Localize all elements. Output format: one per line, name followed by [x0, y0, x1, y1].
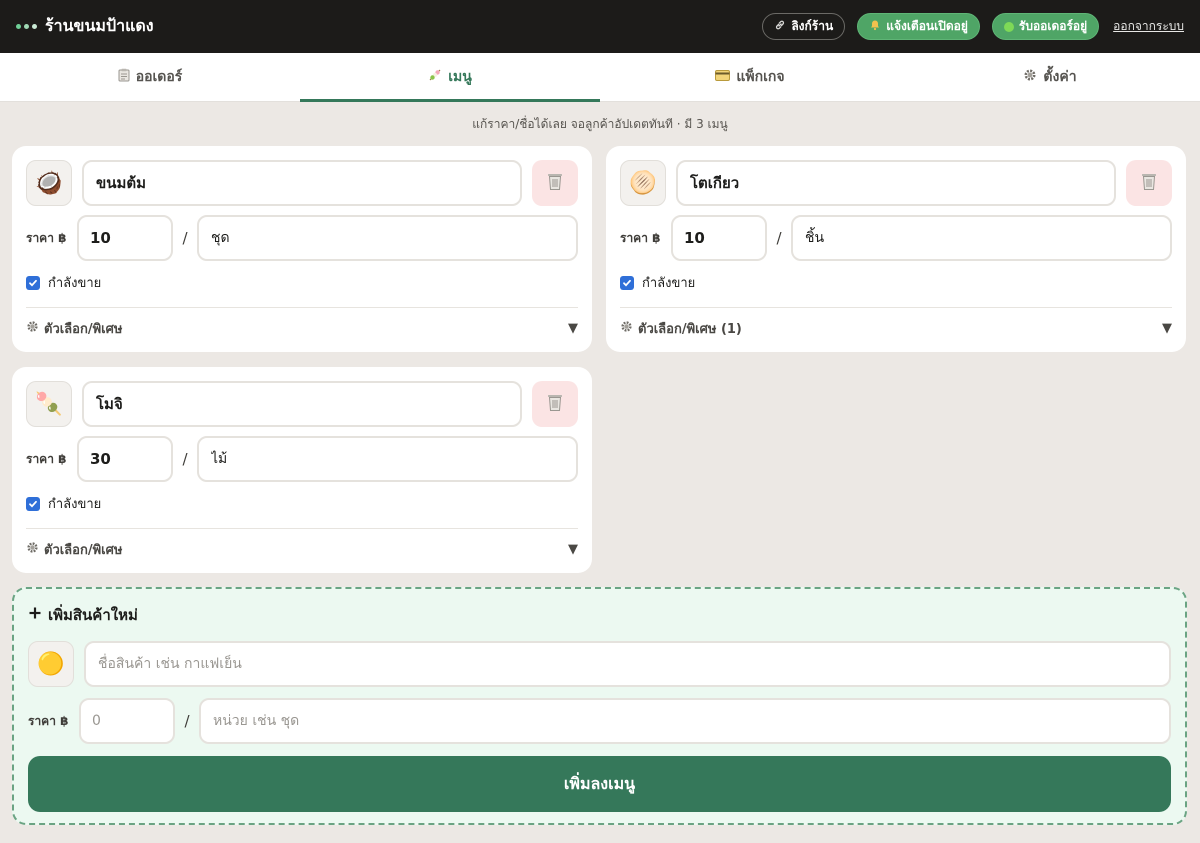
new-item-name-input[interactable] [84, 641, 1171, 687]
emoji-picker-button[interactable]: 🫓 [620, 160, 666, 206]
emoji-picker-button[interactable]: 🟡 [28, 641, 74, 687]
chevron-down-icon: ▼ [1162, 320, 1172, 336]
delete-item-button[interactable] [532, 160, 578, 206]
delete-item-button[interactable] [1126, 160, 1172, 206]
selling-checkbox[interactable] [26, 496, 40, 511]
item-name-input[interactable] [676, 160, 1116, 206]
unit-input[interactable] [197, 215, 578, 261]
new-item-price-input[interactable] [79, 698, 175, 744]
options-toggle[interactable]: ตัวเลือก/พิเศษ ▼ [26, 308, 578, 348]
price-label: ราคา ฿ [26, 451, 67, 466]
notify-toggle[interactable]: แจ้งเตือนเปิดอยู่ [857, 13, 980, 40]
item-name-input[interactable] [82, 381, 522, 427]
menu-item-card: 🍡 ราคา ฿ / กำลังขาย ตัวเลือก/พิเศษ ▼ [12, 367, 592, 573]
options-toggle[interactable]: ตัวเลือก/พิเศษ ▼ [26, 529, 578, 569]
emoji-picker-button[interactable]: 🥥 [26, 160, 72, 206]
options-toggle[interactable]: ตัวเลือก/พิเศษ (1) ▼ [620, 308, 1172, 348]
unit-input[interactable] [791, 215, 1172, 261]
tab-bar: ออเดอร์ เมนู แพ็กเกจ ตั้งค่า [0, 53, 1200, 102]
slash-separator: / [182, 450, 188, 468]
tab-menu[interactable]: เมนู [300, 53, 600, 102]
tab-orders-label: ออเดอร์ [135, 69, 183, 85]
trash-icon [1140, 171, 1158, 195]
selling-checkbox[interactable] [26, 275, 40, 290]
shop-link-label: ลิงก์ร้าน [791, 19, 834, 33]
logout-link[interactable]: ออกจากระบบ [1113, 17, 1184, 36]
accepting-label: รับออเดอร์อยู่ [1018, 19, 1088, 33]
tab-menu-label: เมนู [448, 69, 472, 85]
yellow-circle-icon: 🟡 [37, 651, 65, 677]
shop-link-button[interactable]: ลิงก์ร้าน [762, 13, 846, 40]
options-label: ตัวเลือก/พิเศษ (1) [638, 321, 742, 337]
menu-item-card: 🥥 ราคา ฿ / กำลังขาย ตัวเลือก/พิเศษ ▼ [12, 146, 592, 352]
gear-icon [26, 320, 39, 337]
card-icon [715, 69, 731, 85]
trash-icon [546, 392, 564, 416]
selling-checkbox[interactable] [620, 275, 634, 290]
bell-icon [869, 19, 881, 34]
price-input[interactable] [77, 436, 173, 482]
accepting-orders-toggle[interactable]: รับออเดอร์อยู่ [991, 13, 1100, 40]
chevron-down-icon: ▼ [568, 320, 578, 336]
selling-label: กำลังขาย [48, 497, 102, 512]
options-label: ตัวเลือก/พิเศษ [44, 542, 123, 558]
add-item-heading: เพิ่มสินค้าใหม่ [28, 603, 1171, 627]
gear-icon [620, 320, 633, 337]
tab-package[interactable]: แพ็กเกจ [600, 53, 900, 101]
delete-item-button[interactable] [532, 381, 578, 427]
link-icon [774, 19, 786, 34]
shop-title: ร้านขนมป้าแดง [45, 16, 154, 35]
tab-package-label: แพ็กเกจ [736, 69, 785, 85]
plus-icon [28, 606, 42, 624]
add-item-title: เพิ่มสินค้าใหม่ [48, 606, 138, 624]
gear-icon [1023, 68, 1037, 86]
flatbread-icon: 🫓 [629, 170, 657, 196]
options-label: ตัวเลือก/พิเศษ [44, 321, 123, 337]
price-input[interactable] [77, 215, 173, 261]
unit-input[interactable] [197, 436, 578, 482]
price-input[interactable] [671, 215, 767, 261]
gear-icon [26, 541, 39, 558]
price-label: ราคา ฿ [620, 230, 661, 245]
emoji-picker-button[interactable]: 🍡 [26, 381, 72, 427]
tab-settings-label: ตั้งค่า [1043, 69, 1077, 85]
dango-icon [428, 68, 442, 86]
price-label: ราคา ฿ [26, 230, 67, 245]
add-item-panel: เพิ่มสินค้าใหม่ 🟡 ราคา ฿ / เพิ่มลงเมนู [12, 587, 1187, 825]
tab-orders[interactable]: ออเดอร์ [0, 53, 300, 101]
brand-dots-icon [16, 24, 37, 29]
item-name-input[interactable] [82, 160, 522, 206]
status-dot-icon [1003, 21, 1014, 32]
trash-icon [546, 171, 564, 195]
top-actions: ลิงก์ร้าน แจ้งเตือนเปิดอยู่ รับออเดอร์อย… [762, 13, 1184, 40]
add-to-menu-button[interactable]: เพิ่มลงเมนู [28, 756, 1171, 812]
selling-label: กำลังขาย [642, 276, 696, 291]
menu-item-card: 🫓 ราคา ฿ / กำลังขาย ตัวเลือก/พิเศษ (1) ▼ [606, 146, 1186, 352]
chevron-down-icon: ▼ [568, 541, 578, 557]
slash-separator: / [184, 712, 190, 730]
slash-separator: / [182, 229, 188, 247]
coconut-icon: 🥥 [35, 170, 63, 196]
new-item-unit-input[interactable] [199, 698, 1171, 744]
top-bar: ร้านขนมป้าแดง ลิงก์ร้าน แจ้งเตือนเปิดอยู… [0, 0, 1200, 53]
clipboard-icon [118, 68, 130, 86]
notify-label: แจ้งเตือนเปิดอยู่ [886, 19, 968, 33]
slash-separator: / [776, 229, 782, 247]
selling-label: กำลังขาย [48, 276, 102, 291]
dango-icon: 🍡 [35, 391, 63, 417]
price-label: ราคา ฿ [28, 713, 69, 728]
menu-subtitle: แก้ราคา/ชื่อได้เลย จอลูกค้าอัปเดตทันที ·… [472, 117, 728, 131]
tab-settings[interactable]: ตั้งค่า [900, 53, 1200, 101]
